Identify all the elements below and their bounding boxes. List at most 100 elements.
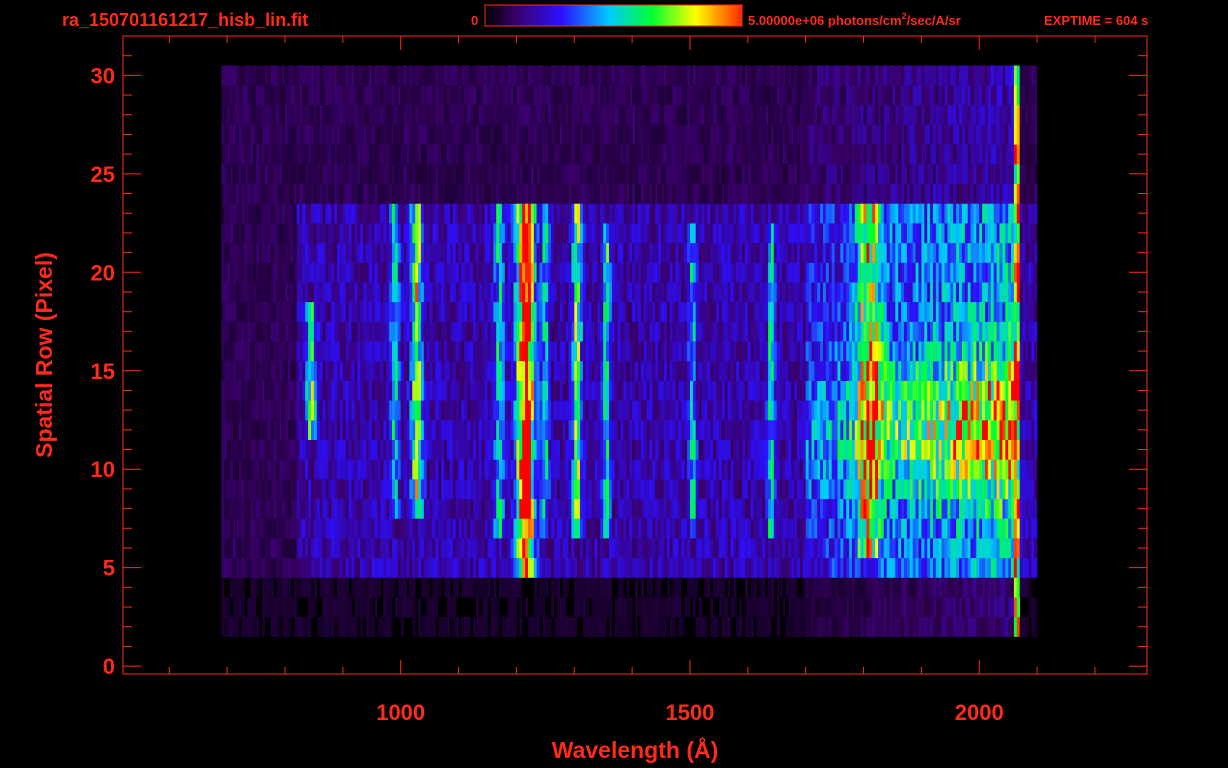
heatmap-cell xyxy=(909,301,913,322)
heatmap-cell xyxy=(525,400,529,421)
heatmap-cell xyxy=(797,420,801,440)
heatmap-cell xyxy=(973,400,977,421)
heatmap-cell xyxy=(528,321,532,342)
heatmap-cell xyxy=(678,321,682,342)
heatmap-cell xyxy=(313,360,318,381)
heatmap-cell xyxy=(909,518,913,539)
heatmap-cell xyxy=(663,597,668,618)
heatmap-cell xyxy=(771,420,775,440)
heatmap-cell xyxy=(397,557,401,578)
heatmap-cell xyxy=(961,538,966,559)
heatmap-cell xyxy=(979,420,983,440)
heatmap-cell xyxy=(840,380,844,401)
heatmap-cell xyxy=(742,459,746,480)
heatmap-cell xyxy=(536,538,540,559)
heatmap-cell xyxy=(843,400,847,421)
heatmap-cell xyxy=(930,282,934,303)
heatmap-cell xyxy=(915,360,919,381)
heatmap-cell xyxy=(776,616,780,637)
heatmap-cell xyxy=(716,380,720,401)
heatmap-cell xyxy=(368,616,373,637)
heatmap-cell xyxy=(363,321,367,342)
heatmap-cell xyxy=(313,597,318,618)
heatmap-cell xyxy=(739,459,743,480)
heatmap-cell xyxy=(1013,538,1018,559)
heatmap-cell xyxy=(695,380,699,401)
heatmap-cell xyxy=(626,518,630,539)
heatmap-cell xyxy=(270,538,274,559)
heatmap-cell xyxy=(941,597,945,618)
heatmap-cell xyxy=(964,341,968,362)
heatmap-cell xyxy=(941,282,945,303)
heatmap-cell xyxy=(883,301,887,322)
heatmap-cell xyxy=(267,301,271,322)
heatmap-cell xyxy=(658,341,662,362)
heatmap-cell xyxy=(325,616,329,637)
heatmap-cell xyxy=(802,538,806,559)
heatmap-cell xyxy=(956,439,960,460)
heatmap-cell xyxy=(429,341,433,362)
heatmap-cell xyxy=(334,498,338,519)
heatmap-cell xyxy=(886,282,890,303)
heatmap-cell xyxy=(825,518,830,539)
heatmap-cell xyxy=(1025,616,1029,637)
heatmap-cell xyxy=(950,616,954,637)
heatmap-cell xyxy=(354,557,358,578)
heatmap-cell xyxy=(285,420,289,440)
heatmap-cell xyxy=(354,597,358,618)
heatmap-cell xyxy=(753,518,757,539)
heatmap-cell xyxy=(432,459,436,480)
heatmap-cell xyxy=(409,538,413,559)
heatmap-cell xyxy=(409,360,413,381)
heatmap-cell xyxy=(441,400,445,421)
heatmap-cell xyxy=(302,420,306,440)
heatmap-cell xyxy=(909,616,913,637)
heatmap-cell xyxy=(802,321,806,342)
heatmap-cell xyxy=(652,538,656,559)
heatmap-cell xyxy=(828,420,832,440)
heatmap-cell xyxy=(959,360,963,381)
heatmap-cell xyxy=(718,538,723,559)
heatmap-cell xyxy=(730,321,734,342)
heatmap-cell xyxy=(516,360,520,381)
heatmap-cell xyxy=(227,479,231,500)
heatmap-cell xyxy=(1034,380,1038,401)
heatmap-cell xyxy=(296,360,300,381)
heatmap-cell xyxy=(704,341,708,362)
heatmap-cell xyxy=(716,321,720,342)
heatmap-cell xyxy=(467,498,471,519)
heatmap-cell xyxy=(380,420,384,440)
heatmap-cell xyxy=(904,597,908,618)
heatmap-cell xyxy=(449,301,454,322)
heatmap-cell xyxy=(692,557,697,578)
heatmap-cell xyxy=(698,518,702,539)
heatmap-cell xyxy=(823,360,827,381)
heatmap-cell xyxy=(759,518,763,539)
heatmap-cell xyxy=(889,479,893,500)
heatmap-cell xyxy=(744,380,749,401)
heatmap-cell xyxy=(348,360,352,381)
heatmap-cell xyxy=(342,341,346,362)
heatmap-cell xyxy=(473,420,477,440)
heatmap-cell xyxy=(507,538,511,559)
heatmap-cell xyxy=(432,262,436,283)
heatmap-cell xyxy=(588,360,592,381)
heatmap-cell xyxy=(1016,577,1020,598)
heatmap-cell xyxy=(797,360,801,381)
heatmap-cell xyxy=(507,479,511,500)
heatmap-cell xyxy=(545,400,549,421)
heatmap-cell xyxy=(522,360,526,381)
heatmap-cell xyxy=(354,439,358,460)
heatmap-cell xyxy=(406,321,410,342)
heatmap-cell xyxy=(1034,518,1038,539)
heatmap-cell xyxy=(287,479,292,500)
heatmap-cell xyxy=(959,479,963,500)
heatmap-cell xyxy=(261,557,265,578)
heatmap-cell xyxy=(915,282,919,303)
heatmap-cell xyxy=(426,557,430,578)
heatmap-cell xyxy=(747,400,751,421)
heatmap-cell xyxy=(510,301,514,322)
heatmap-cell xyxy=(695,360,699,381)
heatmap-cell xyxy=(982,420,986,440)
heatmap-cell xyxy=(496,321,500,342)
